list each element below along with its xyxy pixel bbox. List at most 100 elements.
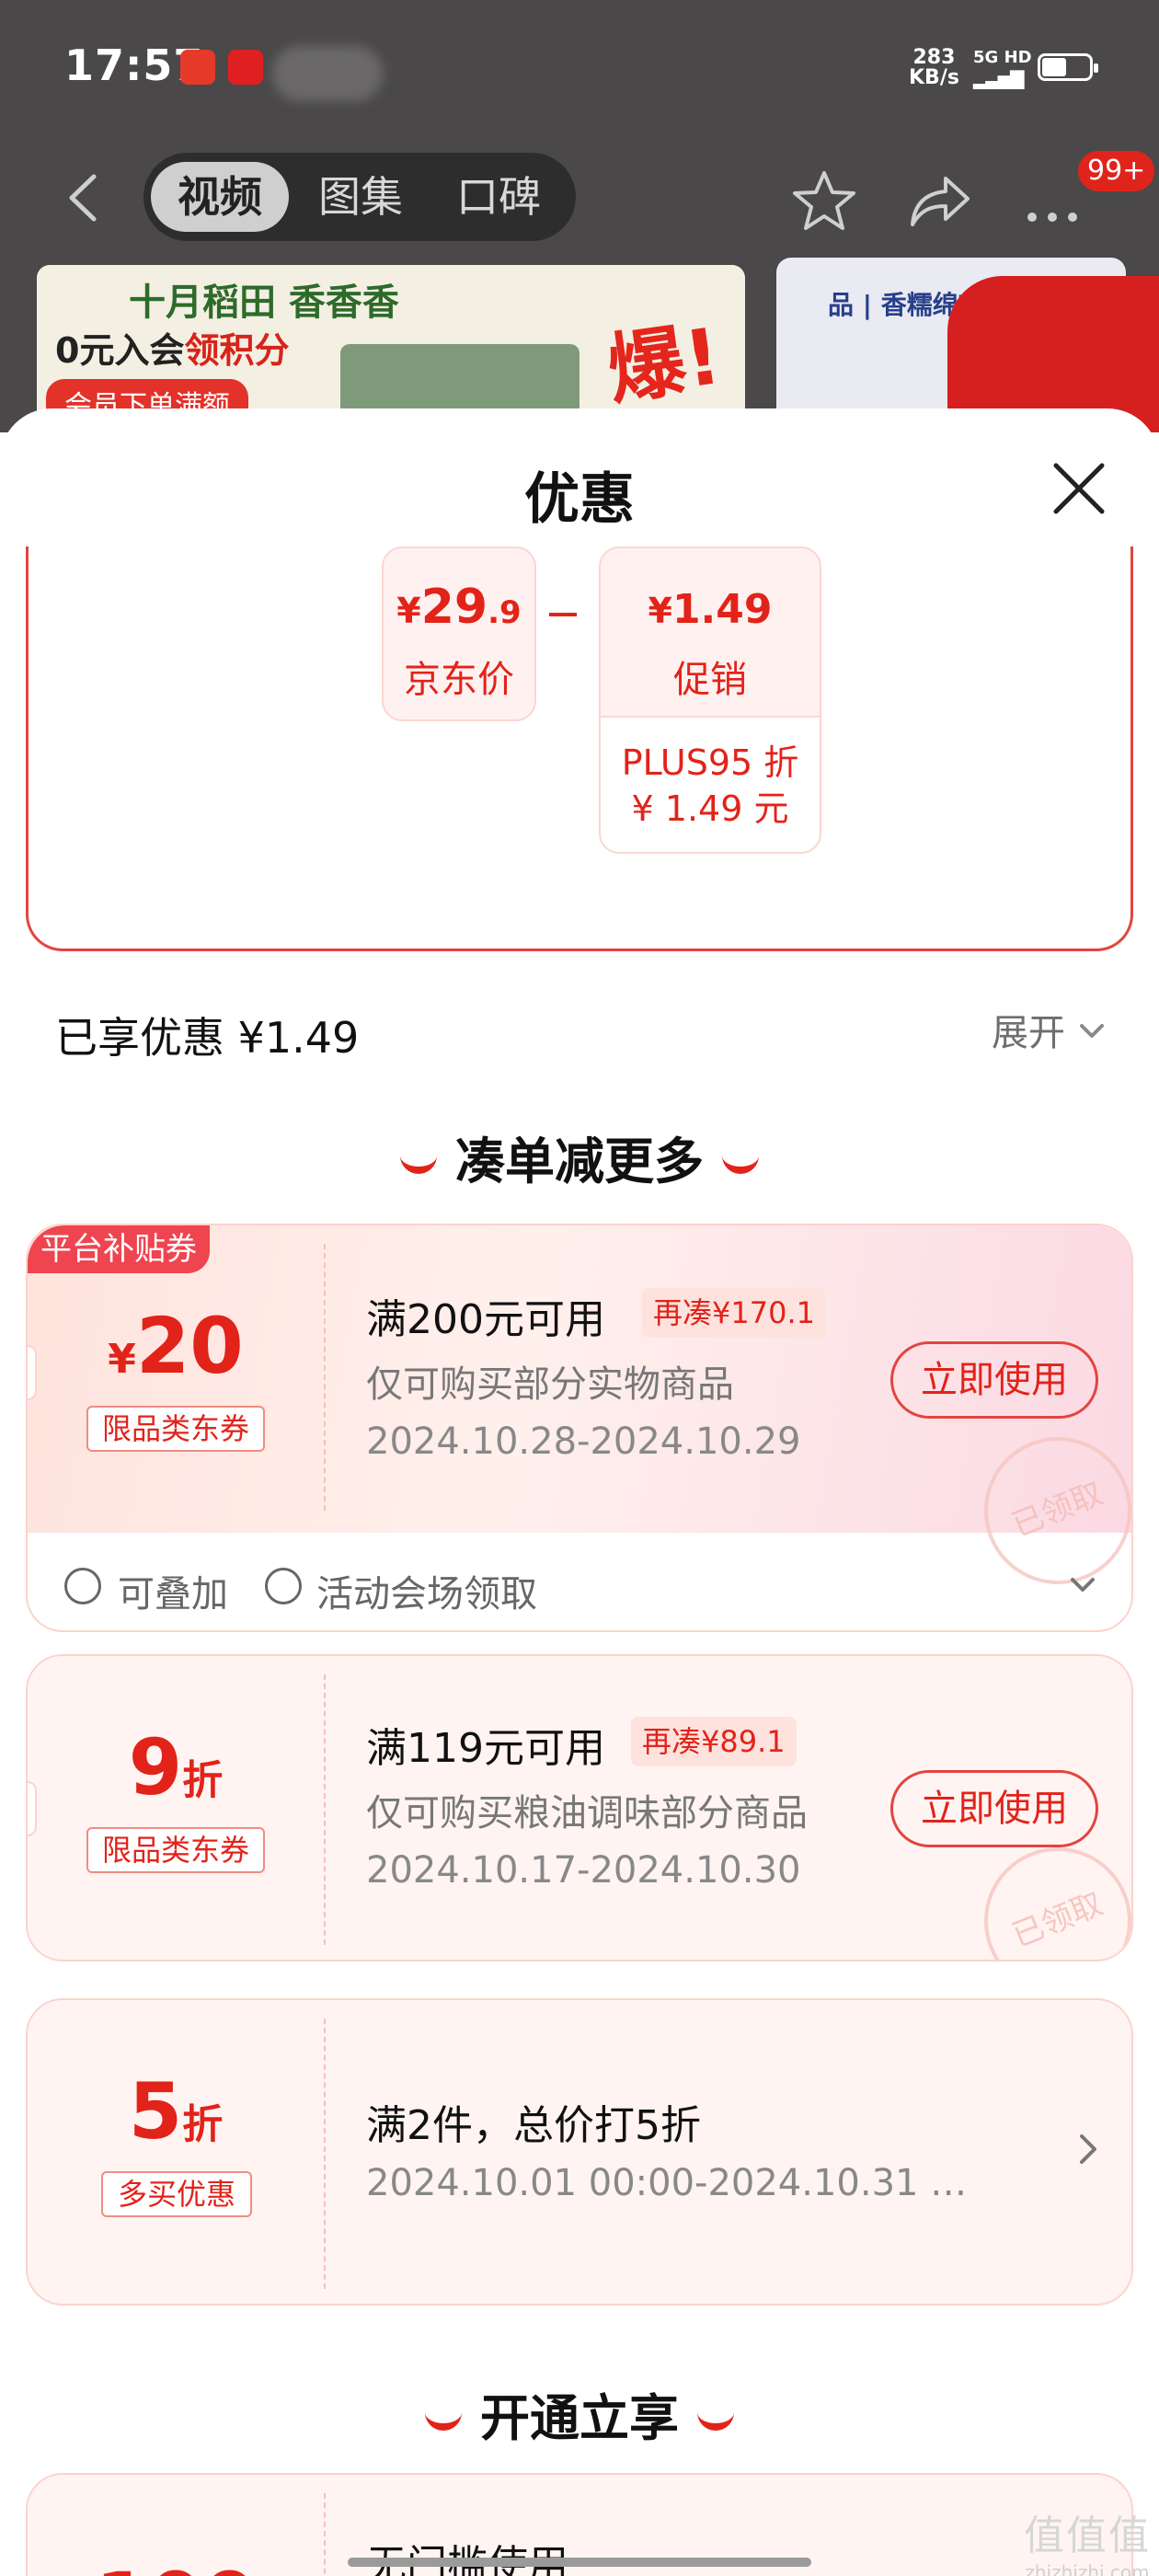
coupon-desc: 仅可购买粮油调味部分商品 [366,1792,808,1834]
share-button[interactable] [905,166,975,236]
banner-boom-text: 爆! [602,310,727,416]
coupon-card-discount[interactable]: 9折 限品类东券 满119元可用 再凑¥89.1 仅可购买粮油调味部分商品 20… [26,1654,1133,1961]
watermark: 值值值 zhizhizhi.com [1023,2502,1152,2576]
network-speed-unit: KB/s [909,66,959,89]
blurred-status-content [272,46,383,101]
jd-price-currency: ¥ [396,591,421,631]
coupon-card-platform[interactable]: 平台补贴券 ¥20 限品类东券 满200元可用 再凑¥170.1 仅可购买部分实… [26,1224,1133,1632]
coupon-unit: 折 [182,2101,224,2148]
coupon-divider [324,1244,326,1511]
coupon-date: 2024.10.17-2024.10.30 [366,1849,801,1892]
promo-banner[interactable]: 十月稻田 香香香 0元入会领积分 会员下单满额 爆! [37,265,745,431]
coupon-detail-arrow[interactable] [1073,2127,1106,2171]
app-notification-icon [228,50,263,85]
banner-headline-a: 0元入会 [55,330,185,371]
coupon-footer: 可叠加 活动会场领取 [28,1533,1131,1630]
status-bar: 17:57 283 KB/s 5G HD ▂▃▅▇ [0,0,1159,138]
battery-icon [1038,53,1098,81]
coupon-condition: 满119元可用 [366,1725,605,1772]
promo-detail: PLUS95 折 ¥ 1.49 元 [599,716,821,854]
share-icon [911,177,970,226]
expand-chevron[interactable] [1076,1016,1107,1047]
chevron-down-icon [1080,1024,1104,1038]
coupon-source: 活动会场领取 [316,1573,537,1616]
stackable-icon [64,1568,101,1604]
promo-card: ¥1.49 促销 [599,546,821,718]
use-now-button[interactable]: 立即使用 [890,1341,1098,1419]
jd-price-card: ¥29.9 京东价 [382,546,536,721]
coupon-amount: 9折 [28,1722,324,1812]
banner-headline-b: 领积分 [184,330,290,371]
coupon-divider [324,2018,326,2289]
promo-currency: ¥ [648,591,672,631]
coupon-expand[interactable] [1067,1570,1098,1601]
banner-brand: 十月稻田 香香香 [129,282,399,324]
coupon-amount: 100 [28,2556,324,2576]
price-breakdown: ¥29.9 京东价 ¥1.49 促销 PLUS95 折 ¥ 1.49 元 [26,546,1133,951]
chevron-right-icon [1080,2134,1096,2164]
section-title-membership: 开通立享 [0,2377,1159,2450]
section-title-text: 凑单减更多 [455,1133,704,1190]
enjoyed-discount-text: 已享优惠 ¥1.49 [55,1013,360,1063]
venue-icon [265,1568,302,1604]
close-button[interactable] [1047,456,1111,521]
coupon-divider [324,1674,326,1945]
section-title-text: 开通立享 [480,2389,679,2447]
coupon-currency: ¥ [108,1336,136,1383]
star-icon [793,171,855,230]
promo-detail-line2: ¥ 1.49 元 [631,788,789,829]
notification-badge: 99+ [1078,151,1155,191]
coupon-date: 2024.10.28-2024.10.29 [366,1420,801,1463]
more-dots-icon [1027,213,1077,222]
coupon-condition: 满2件，总价打5折 [366,2102,701,2149]
chevron-down-icon [1071,1578,1095,1592]
tab-gallery[interactable]: 图集 [296,162,425,232]
coupon-need-more: 再凑¥170.1 [642,1288,826,1338]
coupon-kind: 多买优惠 [101,2171,252,2217]
smile-decoration-icon [400,1156,437,1175]
coupon-amount-value: 100 [95,2556,256,2576]
coupon-tag: 平台补贴券 [28,1225,210,1273]
signal-bars-icon: ▂▃▅▇ [973,67,1025,89]
coupon-need-more: 再凑¥89.1 [631,1717,797,1766]
tab-reviews[interactable]: 口碑 [434,162,563,232]
coupon-condition: 无门槛使用 [366,2532,568,2576]
coupon-amount: 5折 [28,2066,324,2156]
tab-video[interactable]: 视频 [151,162,289,232]
top-nav-bar: 视频 图集 口碑 99+ [0,147,1159,248]
use-now-button[interactable]: 立即使用 [890,1770,1098,1847]
chevron-left-icon [69,174,97,222]
section-title-more-discount: 凑单减更多 [0,1121,1159,1193]
home-indicator[interactable] [348,2558,811,2567]
signal-indicator: 5G HD ▂▃▅▇ [973,48,1032,89]
coupon-card-multi-buy[interactable]: 5折 多买优惠 满2件，总价打5折 2024.10.01 00:00-2024.… [26,1998,1133,2306]
coupon-amount-value: 5 [128,2066,183,2156]
expand-button[interactable]: 展开 [992,1003,1065,1056]
back-button[interactable] [55,166,110,230]
coupon-kind: 限品类东券 [86,1827,265,1873]
media-tab-switcher: 视频 图集 口碑 [143,153,576,241]
coupon-divider [324,2493,326,2576]
coupon-amount-value: 9 [128,1722,183,1812]
banner-headline: 0元入会领积分 [55,322,289,373]
sheet-title: 优惠 [524,467,635,532]
coupon-amount: ¥20 [28,1301,324,1391]
watermark-site: zhizhizhi.com [1025,2561,1150,2576]
discount-sheet: 优惠 ¥29.9 京东价 ¥1.49 促销 PLUS95 折 ¥ 1.49 元 … [0,408,1159,2576]
coupon-kind: 限品类东券 [86,1406,265,1452]
favorite-button[interactable] [789,166,859,236]
jd-price-integer: 29 [420,580,488,635]
coupon-condition: 满200元可用 [366,1296,605,1343]
network-type: 5G HD [973,48,1032,67]
minus-sign [549,613,577,616]
stackable-label: 可叠加 [118,1573,228,1616]
smile-decoration-icon [722,1156,759,1175]
coupon-date: 2024.10.01 00:00-2024.10.31 … [366,2162,968,2204]
coupon-unit: 折 [182,1757,224,1804]
more-button[interactable] [1017,166,1087,236]
network-speed: 283 KB/s [909,48,959,88]
app-notification-icon [180,50,215,85]
watermark-logo: 值值值 [1024,2513,1151,2559]
promo-label: 促销 [673,659,747,701]
coupon-desc: 仅可购买部分实物商品 [366,1363,734,1406]
